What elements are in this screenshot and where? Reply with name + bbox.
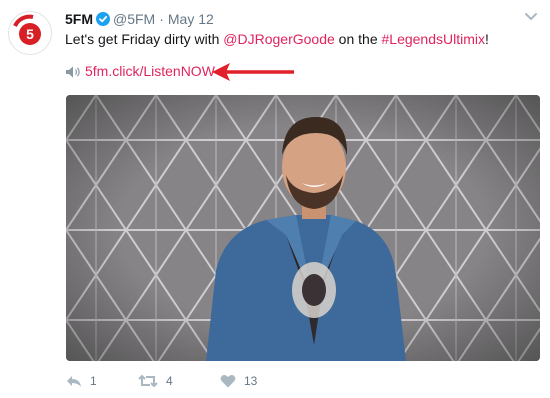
hashtag-link[interactable]: #LegendsUltimix: [382, 31, 486, 47]
reply-icon: [67, 376, 81, 387]
tweet-text-part: on the: [334, 31, 382, 47]
tweet-date[interactable]: May 12: [168, 11, 214, 27]
reply-count: 1: [90, 374, 97, 388]
tweet-link-line: 5fm.click/ListenNOW: [65, 62, 215, 81]
tweet-media-gif[interactable]: [66, 95, 540, 361]
heart-icon: [220, 375, 236, 388]
author-name[interactable]: 5FM: [65, 11, 93, 27]
like-count: 13: [244, 374, 258, 388]
media-image: [66, 95, 540, 361]
header-separator: ·: [159, 11, 164, 27]
author-handle[interactable]: @5FM: [113, 11, 155, 27]
profile-avatar[interactable]: 5: [8, 11, 52, 55]
verified-badge-icon: [96, 12, 110, 26]
tweet-text-part: Let's get Friday dirty with: [65, 31, 224, 47]
tweet-card: 5 5FM @5FM · May 12 Let's get Friday dir…: [0, 0, 550, 398]
like-action[interactable]: 13: [220, 374, 290, 388]
speaker-icon: [66, 66, 80, 77]
listen-now-link[interactable]: 5fm.click/ListenNOW: [85, 62, 215, 81]
retweet-action[interactable]: 4: [138, 374, 220, 388]
5fm-logo: 5: [10, 13, 50, 53]
tweet-header: 5FM @5FM · May 12: [65, 10, 214, 28]
arrow-annotation: [212, 63, 294, 81]
reply-action[interactable]: 1: [66, 374, 126, 388]
mention-link[interactable]: @DJRogerGoode: [223, 31, 335, 47]
retweet-count: 4: [166, 374, 173, 388]
svg-text:5: 5: [26, 26, 34, 42]
chevron-down-icon[interactable]: [524, 12, 538, 22]
tweet-text-part: !: [485, 31, 489, 47]
tweet-text: Let's get Friday dirty with @DJRogerGood…: [65, 30, 489, 49]
retweet-icon: [138, 374, 158, 388]
tweet-actions: 1 4 13: [66, 372, 290, 390]
